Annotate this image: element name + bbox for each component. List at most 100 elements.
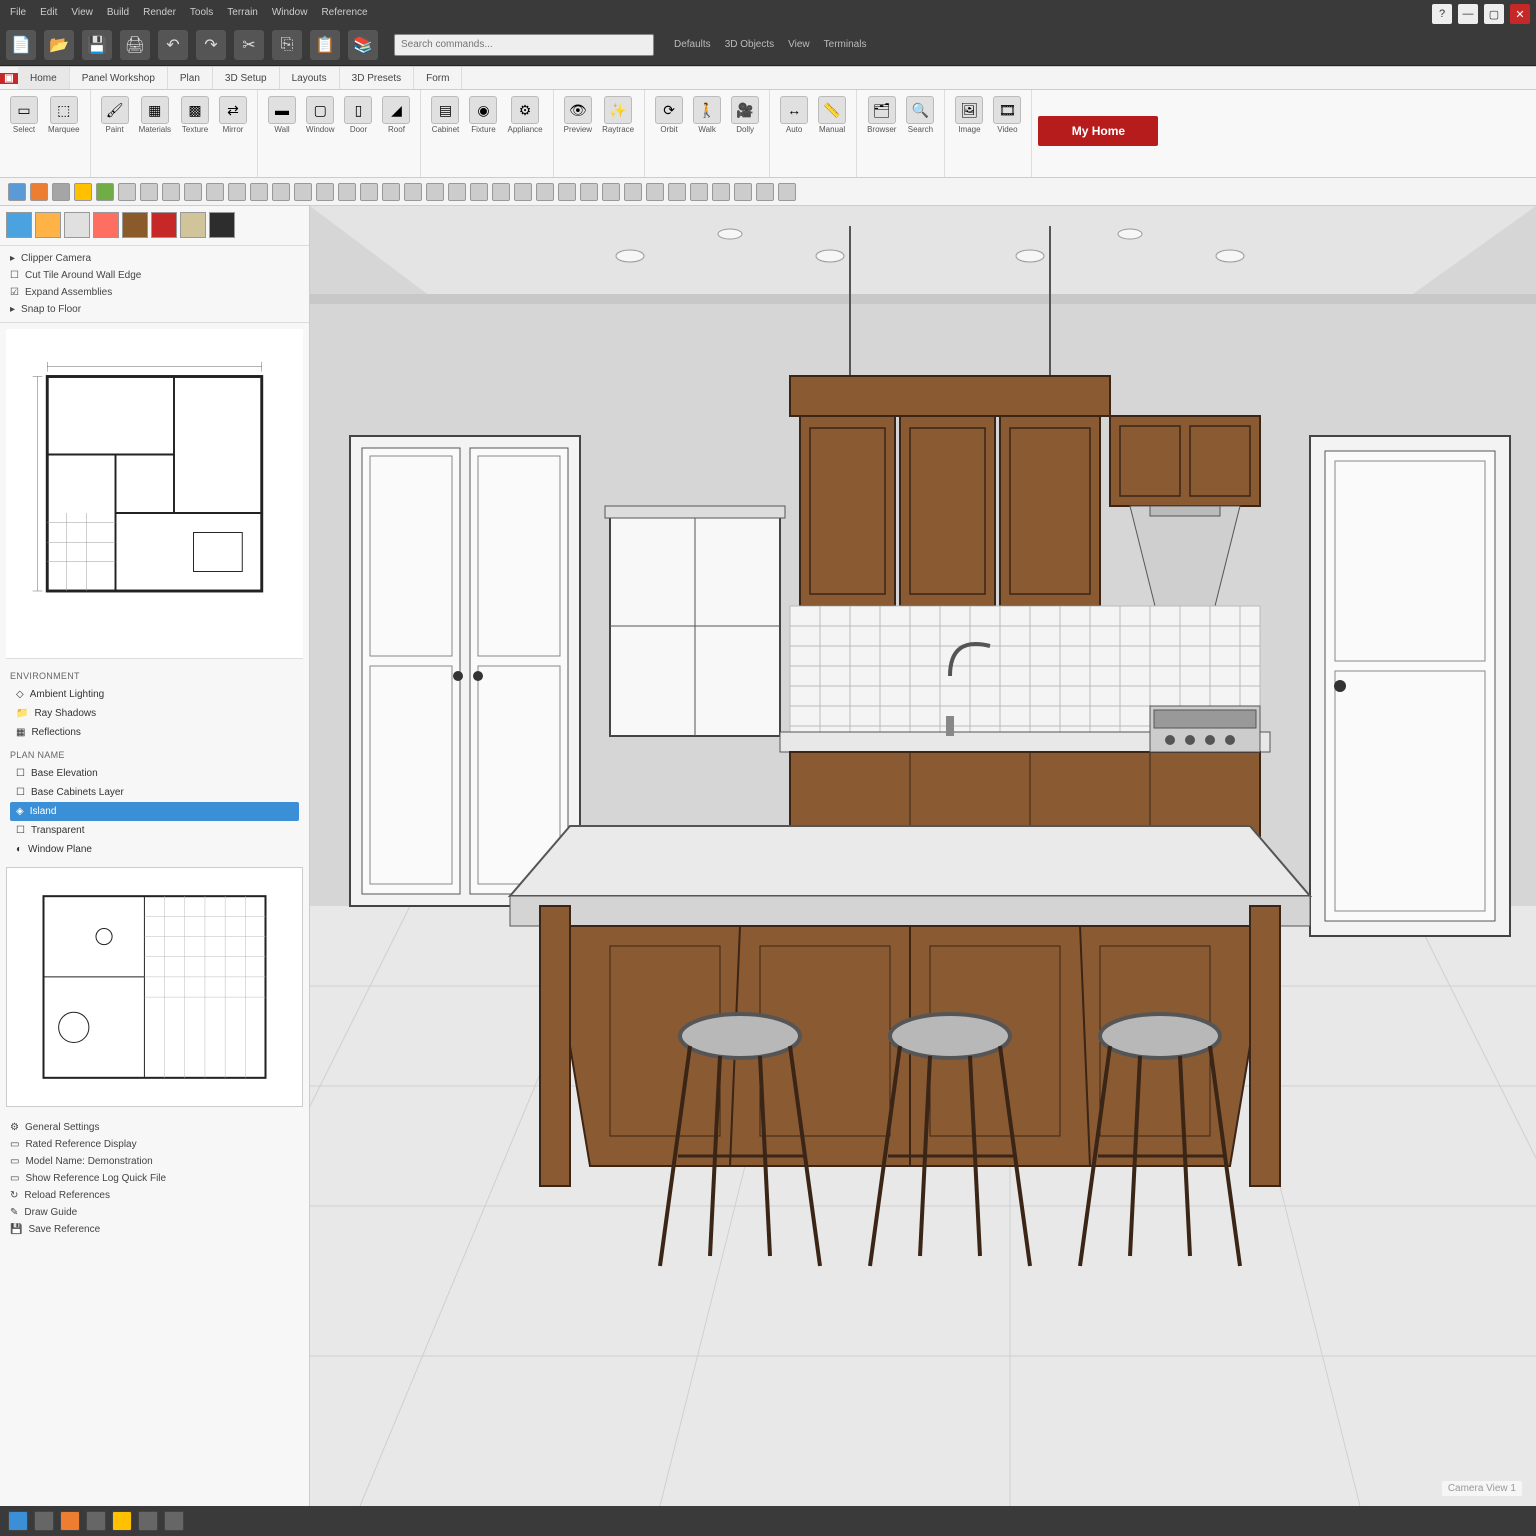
- qs-arc-icon[interactable]: [272, 183, 290, 201]
- menu-build[interactable]: Build: [107, 7, 129, 18]
- opt-cuttile[interactable]: ☐Cut Tile Around Wall Edge: [10, 267, 299, 284]
- plan-transparent[interactable]: ☐Transparent: [10, 821, 299, 840]
- qs-section-icon[interactable]: [448, 183, 466, 201]
- texture-button[interactable]: ▩Texture: [179, 94, 211, 137]
- cut-icon[interactable]: ✂: [234, 30, 264, 60]
- menu-reference[interactable]: Reference: [321, 7, 367, 18]
- plan-base-elev[interactable]: ☐Base Elevation: [10, 764, 299, 783]
- swatch-grey[interactable]: [64, 212, 90, 238]
- open-icon[interactable]: 📂: [44, 30, 74, 60]
- qs-import-icon[interactable]: [580, 183, 598, 201]
- door-button[interactable]: ▯Door: [342, 94, 374, 137]
- close-icon[interactable]: ✕: [1510, 4, 1530, 24]
- paint-button[interactable]: 🖌Paint: [99, 94, 131, 137]
- qs-more3-icon[interactable]: [712, 183, 730, 201]
- tb-defaults[interactable]: Defaults: [674, 39, 711, 50]
- brand-badge[interactable]: My Home: [1038, 116, 1158, 146]
- tb-3dobjects[interactable]: 3D Objects: [725, 39, 774, 50]
- preview-button[interactable]: 👁Preview: [562, 94, 594, 137]
- sb-app1-icon[interactable]: [60, 1511, 80, 1531]
- qs-pan-icon[interactable]: [162, 183, 180, 201]
- set-drawguide[interactable]: ✎Draw Guide: [10, 1204, 299, 1221]
- tab-plan[interactable]: Plan: [168, 67, 213, 89]
- tab-home[interactable]: Home: [18, 67, 70, 89]
- swatch-black[interactable]: [209, 212, 235, 238]
- sb-start-icon[interactable]: [8, 1511, 28, 1531]
- mirror-button[interactable]: ⇄Mirror: [217, 94, 249, 137]
- swatch-brown[interactable]: [122, 212, 148, 238]
- plan-island[interactable]: ◈Island: [10, 802, 299, 821]
- exportimg-button[interactable]: 🖼Image: [953, 94, 985, 137]
- maximize-icon[interactable]: ▢: [1484, 4, 1504, 24]
- qs-export-icon[interactable]: [558, 183, 576, 201]
- window-button[interactable]: ▢Window: [304, 94, 336, 137]
- qs-more5-icon[interactable]: [756, 183, 774, 201]
- qs-sun-icon[interactable]: [74, 183, 92, 201]
- qs-rotate-icon[interactable]: [184, 183, 202, 201]
- set-modelname[interactable]: ▭Model Name: Demonstration: [10, 1153, 299, 1170]
- qs-more1-icon[interactable]: [668, 183, 686, 201]
- qs-help-icon[interactable]: [624, 183, 642, 201]
- qs-measure-icon[interactable]: [206, 183, 224, 201]
- minimize-icon[interactable]: —: [1458, 4, 1478, 24]
- swatch-red[interactable]: [151, 212, 177, 238]
- env-reflections[interactable]: ▦Reflections: [10, 723, 299, 742]
- set-saveref[interactable]: 💾Save Reference: [10, 1221, 299, 1238]
- qs-layer-icon[interactable]: [8, 183, 26, 201]
- qs-line-icon[interactable]: [250, 183, 268, 201]
- menu-edit[interactable]: Edit: [40, 7, 57, 18]
- opt-expand[interactable]: ☑Expand Assemblies: [10, 284, 299, 301]
- libsearch-button[interactable]: 🔍Search: [904, 94, 936, 137]
- qs-poly-icon[interactable]: [338, 183, 356, 201]
- manualdim-button[interactable]: 📏Manual: [816, 94, 848, 137]
- qs-circle-icon[interactable]: [316, 183, 334, 201]
- qs-plan-icon[interactable]: [492, 183, 510, 201]
- fixture-button[interactable]: ◉Fixture: [467, 94, 499, 137]
- set-showref[interactable]: ▭Show Reference Log Quick File: [10, 1170, 299, 1187]
- tb-terminals[interactable]: Terminals: [824, 39, 867, 50]
- qs-fill-icon[interactable]: [360, 183, 378, 201]
- qs-more6-icon[interactable]: [778, 183, 796, 201]
- opt-snap[interactable]: ▸Snap to Floor: [10, 301, 299, 318]
- tab-3dpresets[interactable]: 3D Presets: [340, 67, 414, 89]
- swatch-coral[interactable]: [93, 212, 119, 238]
- tb-view[interactable]: View: [788, 39, 810, 50]
- select-button[interactable]: ▭Select: [8, 94, 40, 137]
- qs-zoom-icon[interactable]: [140, 183, 158, 201]
- plan-base-cab[interactable]: ☐Base Cabinets Layer: [10, 783, 299, 802]
- menu-file[interactable]: File: [10, 7, 26, 18]
- menu-view[interactable]: View: [71, 7, 93, 18]
- sb-app3-icon[interactable]: [112, 1511, 132, 1531]
- qs-elevation-icon[interactable]: [470, 183, 488, 201]
- swatch-blue[interactable]: [6, 212, 32, 238]
- menu-terrain[interactable]: Terrain: [227, 7, 258, 18]
- undo-icon[interactable]: ↶: [158, 30, 188, 60]
- floorplan-preview[interactable]: [6, 329, 303, 659]
- qs-more2-icon[interactable]: [690, 183, 708, 201]
- set-reload[interactable]: ↻Reload References: [10, 1187, 299, 1204]
- print-icon[interactable]: 🖨: [120, 30, 150, 60]
- mini-plan[interactable]: [6, 867, 303, 1107]
- env-ambient[interactable]: ◇Ambient Lighting: [10, 685, 299, 704]
- menu-tools[interactable]: Tools: [190, 7, 213, 18]
- marquee-button[interactable]: ⬚Marquee: [46, 94, 82, 137]
- appliance-button[interactable]: ⚙Appliance: [505, 94, 544, 137]
- wall-button[interactable]: ▬Wall: [266, 94, 298, 137]
- orbit-button[interactable]: ⟳Orbit: [653, 94, 685, 137]
- tab-3dsetup[interactable]: 3D Setup: [213, 67, 280, 89]
- qs-info-icon[interactable]: [646, 183, 664, 201]
- set-general[interactable]: ⚙General Settings: [10, 1119, 299, 1136]
- redo-icon[interactable]: ↷: [196, 30, 226, 60]
- plan-window[interactable]: ◐Window Plane: [10, 840, 299, 859]
- materials-button[interactable]: ▦Materials: [137, 94, 173, 137]
- qs-tree-icon[interactable]: [96, 183, 114, 201]
- browser-button[interactable]: 🗂Browser: [865, 94, 898, 137]
- qs-3d-icon[interactable]: [514, 183, 532, 201]
- sb-app4-icon[interactable]: [138, 1511, 158, 1531]
- qs-settings-icon[interactable]: [602, 183, 620, 201]
- 3d-viewport[interactable]: Camera View 1: [310, 206, 1536, 1506]
- paste-icon[interactable]: 📋: [310, 30, 340, 60]
- app-button[interactable]: ▣: [0, 73, 18, 84]
- sb-app5-icon[interactable]: [164, 1511, 184, 1531]
- swatch-orange[interactable]: [35, 212, 61, 238]
